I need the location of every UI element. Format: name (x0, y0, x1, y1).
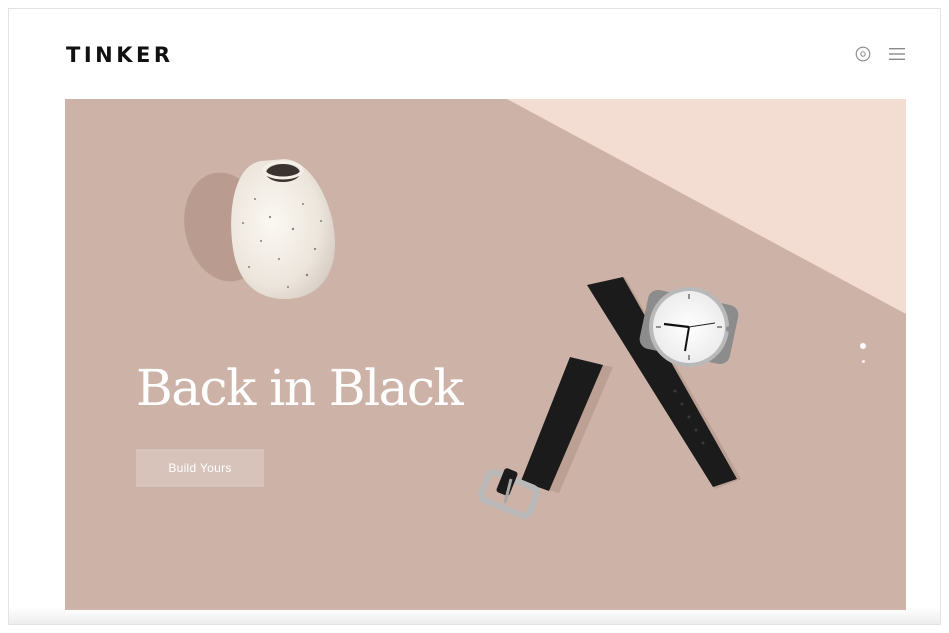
slide-pagination (859, 343, 867, 363)
slide-dot-1[interactable] (860, 343, 866, 349)
slide-dot-2[interactable] (861, 360, 865, 363)
build-yours-button[interactable]: Build Yours (136, 449, 264, 487)
hero-title: Back in Black (136, 358, 464, 417)
bottom-fade (9, 608, 940, 624)
cart-icon[interactable] (854, 45, 872, 63)
menu-icon[interactable] (888, 45, 906, 63)
hero-banner: Back in Black Build Yours (65, 99, 906, 610)
page-frame: TINKER Back in Black Build Yours (8, 8, 941, 625)
brand-logo[interactable]: TINKER (66, 43, 174, 67)
header-actions (854, 45, 906, 63)
hero-product-photo (184, 99, 906, 519)
